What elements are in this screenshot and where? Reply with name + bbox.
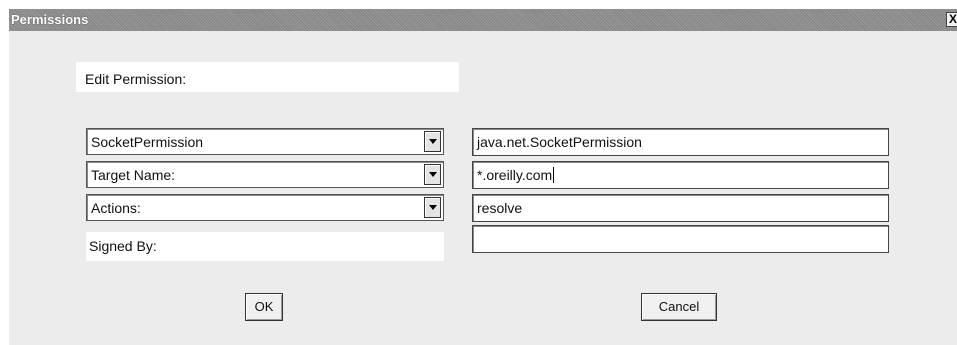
close-button[interactable]: X	[946, 12, 957, 27]
text-caret	[553, 167, 555, 183]
actions-select[interactable]: Actions:	[86, 194, 444, 221]
target-name-selected: Target Name:	[91, 167, 176, 183]
cancel-button[interactable]: Cancel	[641, 293, 717, 321]
signed-by-label: Signed By:	[89, 238, 157, 254]
edit-permission-label: Edit Permission:	[85, 71, 187, 87]
close-icon: X	[948, 12, 957, 26]
chevron-down-icon[interactable]	[424, 164, 441, 185]
target-name-field[interactable]: *.oreilly.com	[472, 161, 889, 189]
signed-by-field[interactable]	[472, 225, 889, 253]
actions-selected: Actions:	[91, 200, 141, 216]
window-title: Permissions	[11, 12, 89, 27]
edit-permission-header: Edit Permission:	[76, 62, 459, 92]
actions-value: resolve	[477, 200, 523, 216]
actions-field[interactable]: resolve	[472, 194, 889, 222]
signed-by-row: Signed By:	[86, 232, 444, 261]
permission-class-value: java.net.SocketPermission	[477, 134, 642, 150]
chevron-down-icon[interactable]	[424, 197, 441, 218]
target-name-value: *.oreilly.com	[477, 167, 555, 183]
target-name-select[interactable]: Target Name:	[86, 161, 444, 188]
chevron-down-icon[interactable]	[424, 131, 441, 152]
ok-button[interactable]: OK	[245, 293, 283, 321]
permission-class-field[interactable]: java.net.SocketPermission	[472, 128, 889, 156]
permissions-dialog: Permissions X Edit Permission: SocketPer…	[9, 9, 957, 345]
permission-type-select[interactable]: SocketPermission	[86, 128, 444, 155]
title-bar[interactable]: Permissions X	[9, 9, 957, 31]
permission-type-selected: SocketPermission	[91, 134, 204, 150]
